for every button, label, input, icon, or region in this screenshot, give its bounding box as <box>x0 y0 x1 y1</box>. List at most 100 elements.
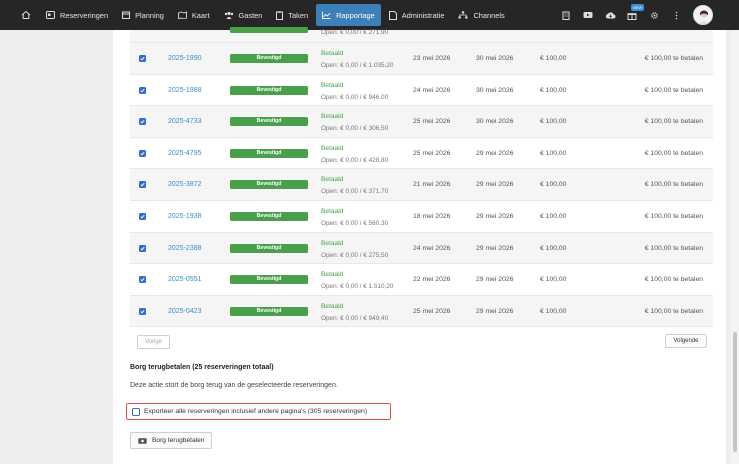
payment-open-amount: Open: € 0,00 / € 275,50 <box>321 251 389 259</box>
arrival-date: 21 mei 2026 <box>413 181 451 189</box>
reservation-id-link[interactable]: 2025-1988 <box>168 87 201 94</box>
status-badge: Bevestigd <box>230 243 308 253</box>
building-icon[interactable] <box>555 0 577 30</box>
reservation-id-link[interactable]: 2025-4795 <box>168 150 201 157</box>
chart-icon <box>322 11 336 19</box>
top-navigation: Reserveringen Planning Kaart Gasten Taken Rap… <box>0 0 739 30</box>
amount-due: € 100,00 te betalen <box>644 181 703 189</box>
nav-item-planning[interactable]: Planning <box>116 4 170 26</box>
export-all-label: Exporteer alle reserveringen inclusief a… <box>144 408 368 415</box>
payment-status: Betaald <box>321 113 344 121</box>
deposit-amount: € 100,00 <box>540 118 567 126</box>
status-badge: Bevestigd <box>230 117 308 127</box>
amount-due: € 100,00 te betalen <box>644 213 703 220</box>
row-checkbox[interactable] <box>139 181 146 189</box>
row-checkbox[interactable] <box>139 86 146 94</box>
deposit-amount: € 100,00 <box>540 149 567 157</box>
more-vertical-icon[interactable] <box>665 0 687 30</box>
departure-date: 29 mei 2026 <box>476 213 514 220</box>
reservation-id-link[interactable]: 2025-1990 <box>168 55 201 62</box>
payment-status: Betaald <box>321 208 344 215</box>
refund-deposit-button[interactable]: Borg terugbetalen <box>130 432 212 449</box>
table-row-partial: Open: € 0,00 / € 271,90 <box>130 27 713 43</box>
departure-date: 29 mei 2026 <box>476 307 514 315</box>
nav-item-reserveringen[interactable]: Reserveringen <box>40 4 114 26</box>
row-checkbox[interactable] <box>139 213 146 220</box>
sitemap-icon <box>458 11 473 19</box>
scrollbar-thumb[interactable] <box>733 332 737 452</box>
status-badge: Bevestigd <box>230 180 308 190</box>
arrival-date: 22 mei 2026 <box>413 276 451 284</box>
users-icon <box>224 11 239 19</box>
deposit-amount: € 100,00 <box>540 55 567 62</box>
reservation-id-link[interactable]: 2025-3872 <box>168 181 201 188</box>
nav-item-taken[interactable]: Taken <box>270 4 314 26</box>
status-badge <box>230 27 308 33</box>
departure-date: 29 mei 2026 <box>476 276 514 284</box>
table-row: 2025-0423 Bevestigd Betaald Open: € 0,00 / … <box>130 295 713 328</box>
nav-item-label: Planning <box>135 10 164 20</box>
calendar-icon <box>122 11 135 19</box>
reservation-id-link[interactable]: 2025-0423 <box>168 308 201 315</box>
check-icon <box>140 183 145 187</box>
payment-open-amount: Open: € 0,00 / € 371,70 <box>321 188 389 196</box>
arrival-date: 24 mei 2026 <box>413 244 451 252</box>
payment-status: Betaald <box>321 81 344 89</box>
payment-status: Betaald <box>321 239 344 247</box>
table-row: 2025-3872 Bevestigd Betaald Open: € 0,00 / … <box>130 169 713 201</box>
page-scrollbar[interactable] <box>731 30 739 464</box>
clipboard-icon <box>276 10 288 20</box>
payment-status: Betaald <box>321 50 344 57</box>
nav-item-rapportage[interactable]: Rapportage <box>316 4 381 26</box>
row-checkbox[interactable] <box>139 276 146 284</box>
export-all-option[interactable]: Exporteer alle reserveringen inclusief a… <box>126 403 391 420</box>
status-badge: Bevestigd <box>230 54 308 63</box>
reservation-id-link[interactable]: 2025-4733 <box>168 118 201 125</box>
payment-status: Betaald <box>321 302 344 310</box>
nav-item-channels[interactable]: Channels <box>452 4 510 26</box>
pagination-prev-button[interactable]: Vorige <box>137 335 170 349</box>
cloud-download-icon[interactable] <box>599 0 621 30</box>
departure-date: 30 mei 2026 <box>476 55 514 62</box>
row-checkbox[interactable] <box>139 244 146 252</box>
nav-item-label: Reserveringen <box>60 10 109 20</box>
arrival-date: 25 mei 2026 <box>413 149 451 157</box>
amount-due: € 100,00 te betalen <box>644 118 703 126</box>
amount-due: € 100,00 te betalen <box>644 55 703 62</box>
table-row: 2025-0551 Bevestigd Betaald Open: € 0,00 / … <box>130 264 713 296</box>
row-checkbox[interactable] <box>139 118 146 126</box>
video-icon[interactable] <box>577 0 599 30</box>
reservation-id-link[interactable]: 2025-0551 <box>168 276 201 283</box>
home-icon[interactable] <box>18 7 34 23</box>
payment-open-amount: Open: € 0,00 / € 271,90 <box>321 29 389 36</box>
refund-section-title: Borg terugbetalen (25 reserveringen tota… <box>130 364 274 371</box>
departure-date: 29 mei 2026 <box>476 149 514 157</box>
table-row: 2025-2388 Bevestigd Betaald Open: € 0,00 / … <box>130 232 713 265</box>
money-icon <box>138 437 147 444</box>
amount-due: € 100,00 te betalen <box>644 307 703 315</box>
table-row: 2025-1988 Bevestigd Betaald Open: € 0,00 / … <box>130 75 713 107</box>
nav-item-label: Taken <box>288 10 309 20</box>
payment-status: Betaald <box>321 144 344 152</box>
avatar[interactable] <box>693 5 713 25</box>
nav-item-label: Rapportage <box>336 10 375 20</box>
table-row: 2025-4733 Bevestigd Betaald Open: € 0,00 / … <box>130 106 713 138</box>
check-icon <box>140 246 145 251</box>
gift-icon[interactable]: NEW <box>621 0 645 30</box>
reservation-id-link[interactable]: 2025-1938 <box>168 213 201 220</box>
row-checkbox[interactable] <box>139 55 146 62</box>
nav-item-gasten[interactable]: Gasten <box>218 4 269 26</box>
departure-date: 30 mei 2026 <box>476 118 514 126</box>
reservation-id-link[interactable]: 2025-2388 <box>168 245 201 252</box>
pagination-next-button[interactable]: Volgende <box>665 334 707 348</box>
refund-section-description: Deze actie stort de borg terug van de ge… <box>130 382 338 389</box>
nav-item-kaart[interactable]: Kaart <box>172 4 216 26</box>
check-icon <box>140 56 145 61</box>
nav-item-administratie[interactable]: Administratie <box>383 4 451 26</box>
row-checkbox[interactable] <box>139 149 146 157</box>
payment-status: Betaald <box>321 176 344 184</box>
gear-icon[interactable] <box>643 0 665 30</box>
export-all-checkbox[interactable] <box>132 407 140 416</box>
arrival-date: 25 mei 2026 <box>413 118 451 126</box>
row-checkbox[interactable] <box>139 307 146 315</box>
